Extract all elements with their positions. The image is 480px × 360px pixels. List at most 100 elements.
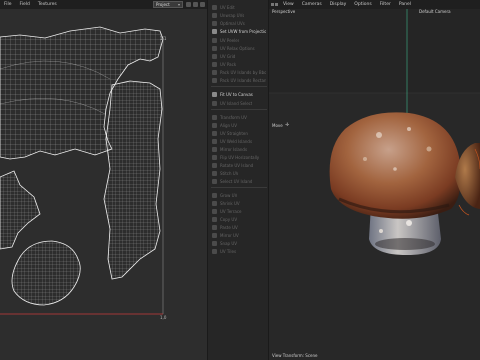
tool-row[interactable]: Snap UV	[212, 239, 266, 247]
tool-row[interactable]: Unwrap UVs	[212, 11, 266, 19]
tool-icon	[212, 53, 217, 59]
uv-tool-panel: UV Edit Unwrap UVs Optimal UVs Set UVW f…	[207, 0, 269, 360]
tool-label: Grow UV	[220, 192, 238, 198]
tool-row[interactable]: Paste UV	[212, 223, 266, 231]
tool-row[interactable]: Pack UV Islands by Bbox	[212, 68, 266, 76]
tool-label: UV Weld Islands	[220, 138, 253, 144]
tool-row[interactable]: UV Pack	[212, 60, 266, 68]
uv-dropdown-value: Project	[156, 2, 170, 7]
tool-label: Mirror UV	[220, 232, 239, 238]
tool-icon	[212, 170, 217, 176]
viewport-layout-icon[interactable]	[269, 0, 279, 9]
tool-label: Stitch UV	[220, 170, 239, 176]
uv-axis-label-top: 1,1	[160, 36, 167, 41]
tool-row[interactable]: UV Peeler	[212, 36, 266, 44]
tool-row[interactable]: UV Edit	[212, 3, 266, 11]
tool-row[interactable]: Transform UV	[212, 113, 266, 121]
vp-menu-panel[interactable]: Panel	[395, 0, 415, 9]
tool-icon	[212, 45, 217, 51]
tool-row[interactable]: Set UVW from Projection	[212, 27, 266, 35]
tool-icon	[212, 122, 217, 128]
tool-row[interactable]: Select UV Island	[212, 177, 266, 185]
tool-label: UV Tiles	[220, 248, 237, 254]
tool-label: UV Grid	[220, 53, 236, 59]
tool-label: UV Relax Options	[220, 45, 255, 51]
tool-icon	[212, 61, 217, 67]
tool-label: Shrink UV	[220, 200, 240, 206]
tool-icon	[212, 100, 217, 106]
tool-row[interactable]: Stitch UV	[212, 169, 266, 177]
tool-row[interactable]: Mirror Islands	[212, 145, 266, 153]
tool-icon	[212, 162, 217, 168]
tool-icon	[212, 77, 217, 83]
tool-label: UV Peeler	[220, 37, 240, 43]
tool-icon	[212, 146, 217, 152]
uv-canvas[interactable]: 1,1 1,0	[0, 9, 207, 360]
tool-icon	[212, 114, 217, 120]
tool-row[interactable]: Grow UV	[212, 191, 266, 199]
tool-row[interactable]: Optimal UVs	[212, 19, 266, 27]
uv-menu-field[interactable]: Field	[16, 0, 34, 9]
tool-row[interactable]: UV Grid	[212, 52, 266, 60]
vp-menu-view[interactable]: View	[279, 0, 298, 9]
uv-menu-file[interactable]: File	[0, 0, 16, 9]
tool-row[interactable]: Align UV	[212, 121, 266, 129]
tool-row[interactable]: Shrink UV	[212, 199, 266, 207]
vp-menu-options[interactable]: Options	[350, 0, 375, 9]
tool-icon	[212, 4, 217, 10]
viewport-view-name: Perspective	[272, 9, 296, 14]
tool-icon	[212, 20, 217, 26]
uv-island-small-left	[0, 170, 41, 250]
tool-label: Transform UV	[220, 114, 247, 120]
uv-project-dropdown[interactable]: Project ▾	[153, 1, 183, 8]
tool-row[interactable]: Fit UV to Canvas	[212, 90, 266, 98]
uv-menu-textures[interactable]: Textures	[34, 0, 61, 9]
fit-canvas-icon	[212, 91, 217, 97]
tool-row[interactable]: Mirror UV	[212, 231, 266, 239]
tool-row[interactable]: Flip UV Horizontally	[212, 153, 266, 161]
projection-icon	[212, 28, 217, 34]
tool-row[interactable]: Rotate UV Island	[212, 161, 266, 169]
viewport-menubar: View Cameras Display Options Filter Pane…	[269, 0, 480, 9]
move-icon[interactable]: ✛	[285, 123, 289, 128]
tool-row[interactable]: UV Tiles	[212, 247, 266, 255]
tool-label: UV Straighten	[220, 130, 248, 136]
tool-row[interactable]: Copy UV	[212, 215, 266, 223]
tool-icon	[212, 200, 217, 206]
tool-label: UV Terrace	[220, 208, 242, 214]
tool-label: Select UV Island	[220, 178, 253, 184]
chevron-down-icon: ▾	[177, 2, 180, 7]
tool-divider	[211, 109, 267, 110]
uv-island-round	[11, 240, 81, 306]
tool-label: UV Island Select	[220, 100, 253, 106]
vp-menu-filter[interactable]: Filter	[376, 0, 395, 9]
tool-label: UV Pack	[220, 61, 237, 67]
uv-menubar: File Field Textures Project ▾	[0, 0, 207, 9]
vp-menu-display[interactable]: Display	[326, 0, 351, 9]
tool-label: Optimal UVs	[220, 20, 245, 26]
tool-icon	[212, 232, 217, 238]
tool-icon	[212, 138, 217, 144]
tool-label: Paste UV	[220, 224, 238, 230]
tool-row[interactable]: UV Relax Options	[212, 44, 266, 52]
settings-icon[interactable]	[193, 2, 198, 7]
expand-icon[interactable]	[200, 2, 205, 7]
tool-label: Unwrap UVs	[220, 12, 245, 18]
tool-row[interactable]: UV Terrace	[212, 207, 266, 215]
viewport-3d-view[interactable]: Perspective Default Camera Move ✛ View T…	[269, 9, 480, 360]
vp-menu-cameras[interactable]: Cameras	[298, 0, 326, 9]
tool-row[interactable]: UV Island Select	[212, 99, 266, 107]
tool-row[interactable]: Pack UV Islands Rectangle	[212, 76, 266, 84]
tool-row[interactable]: UV Straighten	[212, 129, 266, 137]
viewport-panel: View Cameras Display Options Filter Pane…	[269, 0, 480, 360]
uv-axis-label-bottom: 1,0	[160, 315, 167, 320]
tool-label: UV Edit	[220, 4, 235, 10]
tool-label: Fit UV to Canvas	[220, 91, 253, 97]
tool-icon	[212, 240, 217, 246]
grid-toggle-icon[interactable]	[186, 2, 191, 7]
tool-icon	[212, 178, 217, 184]
viewport-camera-label[interactable]: Default Camera	[419, 9, 451, 14]
tool-row[interactable]: UV Weld Islands	[212, 137, 266, 145]
tool-icon	[212, 37, 217, 43]
tool-label: Rotate UV Island	[220, 162, 254, 168]
